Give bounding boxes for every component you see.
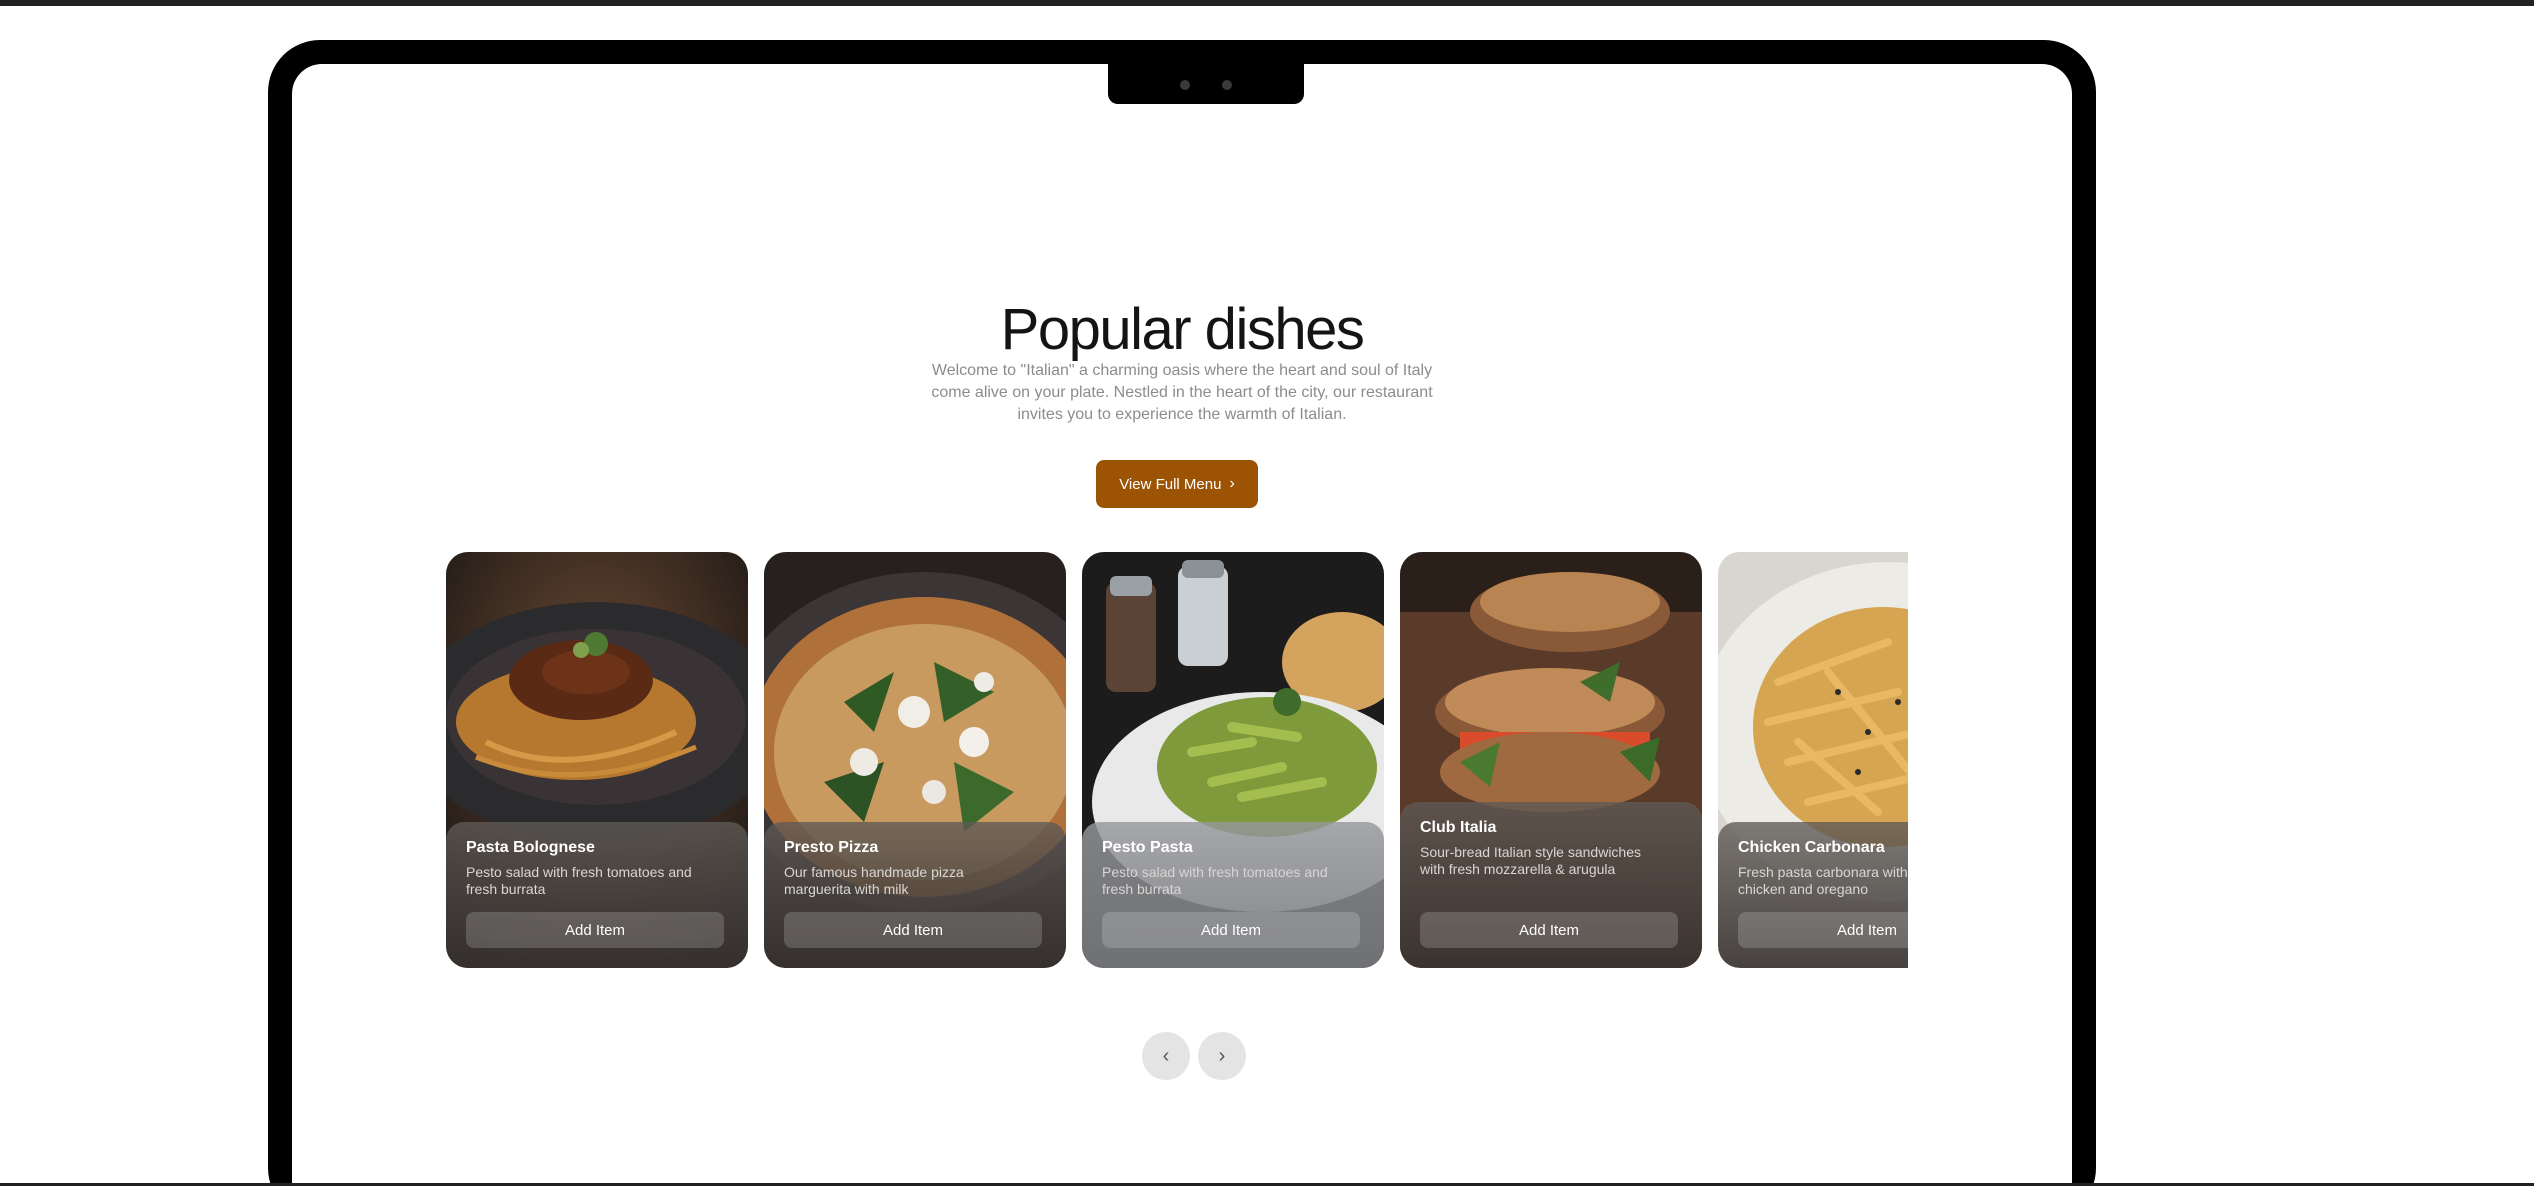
card-description: Fresh pasta carbonara with tender chicke… xyxy=(1738,864,1908,897)
add-item-button[interactable]: Add Item xyxy=(1738,912,1908,948)
card-description: Pesto salad with fresh tomatoes and fres… xyxy=(1102,864,1328,897)
top-border xyxy=(0,0,2534,6)
add-item-button[interactable]: Add Item xyxy=(466,912,724,948)
sensor-dot xyxy=(1222,80,1232,90)
dish-card-presto-pizza[interactable]: Presto Pizza Our famous handmade pizza m… xyxy=(764,552,1066,968)
card-info-panel: Chicken Carbonara Fresh pasta carbonara … xyxy=(1718,822,1908,968)
card-info-panel: Pasta Bolognese Pesto salad with fresh t… xyxy=(446,822,748,968)
chevron-right-icon: › xyxy=(1218,1044,1226,1067)
section-title: Popular dishes xyxy=(1000,297,1365,362)
dish-card-pesto-pasta[interactable]: Pesto Pasta Pesto salad with fresh tomat… xyxy=(1082,552,1384,968)
dish-card-pasta-bolognese[interactable]: Pasta Bolognese Pesto salad with fresh t… xyxy=(446,552,748,968)
chevron-left-icon: ‹ xyxy=(1162,1044,1170,1067)
carousel-next-button[interactable]: › xyxy=(1198,1032,1246,1080)
laptop-frame: Popular dishes Welcome to "Italian" a ch… xyxy=(268,40,2096,1186)
chevron-right-icon: › xyxy=(1229,475,1235,492)
card-title: Presto Pizza xyxy=(784,839,879,856)
section-description: Welcome to "Italian" a charming oasis wh… xyxy=(931,362,1433,423)
card-description: Our famous handmade pizza marguerita wit… xyxy=(784,864,964,897)
card-title: Chicken Carbonara xyxy=(1738,839,1885,856)
view-full-menu-label: View Full Menu xyxy=(1119,475,1222,493)
card-title: Pasta Bolognese xyxy=(466,839,595,856)
card-description: Sour-bread Italian style sandwiches with… xyxy=(1420,844,1642,877)
card-title: Pesto Pasta xyxy=(1102,839,1193,856)
card-info-panel: Presto Pizza Our famous handmade pizza m… xyxy=(764,822,1066,968)
dish-card-club-italia[interactable]: Club Italia Sour-bread Italian style san… xyxy=(1400,552,1702,968)
add-item-button[interactable]: Add Item xyxy=(1102,912,1360,948)
card-description: Pesto salad with fresh tomatoes and fres… xyxy=(466,864,692,897)
add-item-button[interactable]: Add Item xyxy=(784,912,1042,948)
carousel-prev-button[interactable]: ‹ xyxy=(1142,1032,1190,1080)
card-title: Club Italia xyxy=(1420,819,1497,836)
camera-notch xyxy=(1108,64,1304,104)
dish-carousel[interactable]: Pasta Bolognese Pesto salad with fresh t… xyxy=(446,552,1908,972)
card-info-panel: Club Italia Sour-bread Italian style san… xyxy=(1400,802,1702,968)
dish-card-chicken-carbonara[interactable]: Chicken Carbonara Fresh pasta carbonara … xyxy=(1718,552,1908,968)
card-info-panel: Pesto Pasta Pesto salad with fresh tomat… xyxy=(1082,822,1384,968)
screen: Popular dishes Welcome to "Italian" a ch… xyxy=(292,64,2072,1186)
add-item-button[interactable]: Add Item xyxy=(1420,912,1678,948)
view-full-menu-button[interactable]: View Full Menu › xyxy=(1096,460,1258,508)
camera-dot xyxy=(1180,80,1190,90)
